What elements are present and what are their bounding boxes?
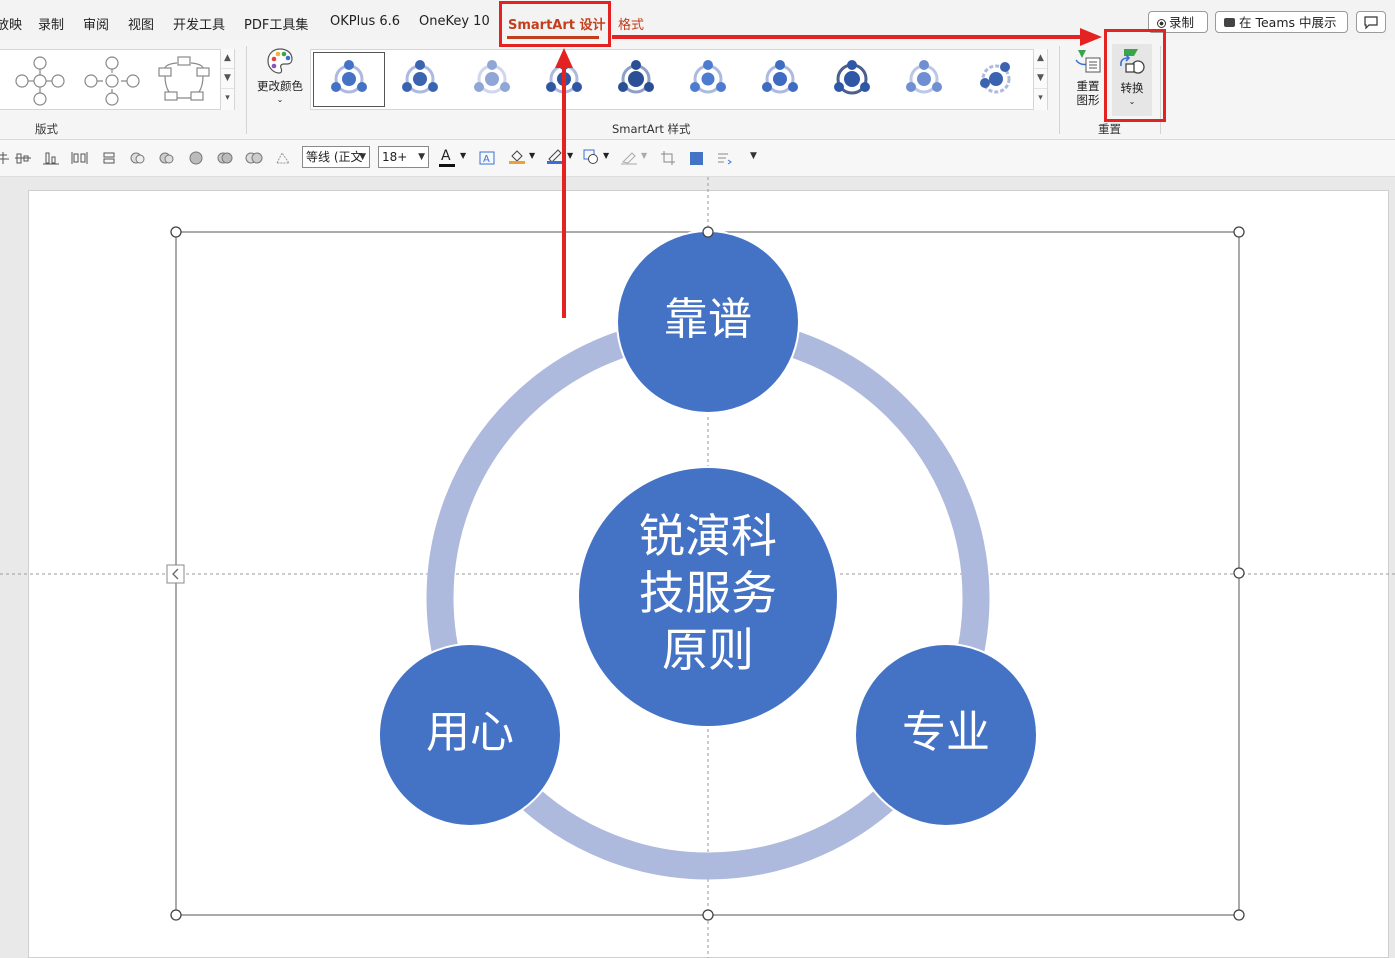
resize-handle-top-right[interactable] bbox=[1233, 226, 1245, 238]
node-right-text[interactable]: 专业 bbox=[856, 705, 1036, 761]
text-pane-toggle[interactable] bbox=[166, 564, 185, 584]
resize-handle-top-left[interactable] bbox=[170, 226, 182, 238]
resize-handle-bottom-left[interactable] bbox=[170, 909, 182, 921]
resize-handle-bottom-right[interactable] bbox=[1233, 909, 1245, 921]
center-node-text[interactable]: 锐演科 技服务 原则 bbox=[598, 508, 818, 679]
center-text-line: 原则 bbox=[662, 623, 754, 677]
resize-handle-right[interactable] bbox=[1233, 567, 1245, 579]
smartart-graphic bbox=[0, 177, 1395, 958]
resize-handle-top[interactable] bbox=[702, 226, 714, 238]
annotation-box-convert bbox=[1104, 29, 1166, 122]
center-text-line: 技服务 bbox=[639, 566, 777, 620]
annotation-box-smartart-tab bbox=[499, 1, 611, 47]
node-left-text[interactable]: 用心 bbox=[380, 705, 560, 761]
center-text-line: 锐演科 bbox=[639, 509, 777, 563]
node-top-text[interactable]: 靠谱 bbox=[618, 292, 798, 348]
resize-handle-bottom[interactable] bbox=[702, 909, 714, 921]
